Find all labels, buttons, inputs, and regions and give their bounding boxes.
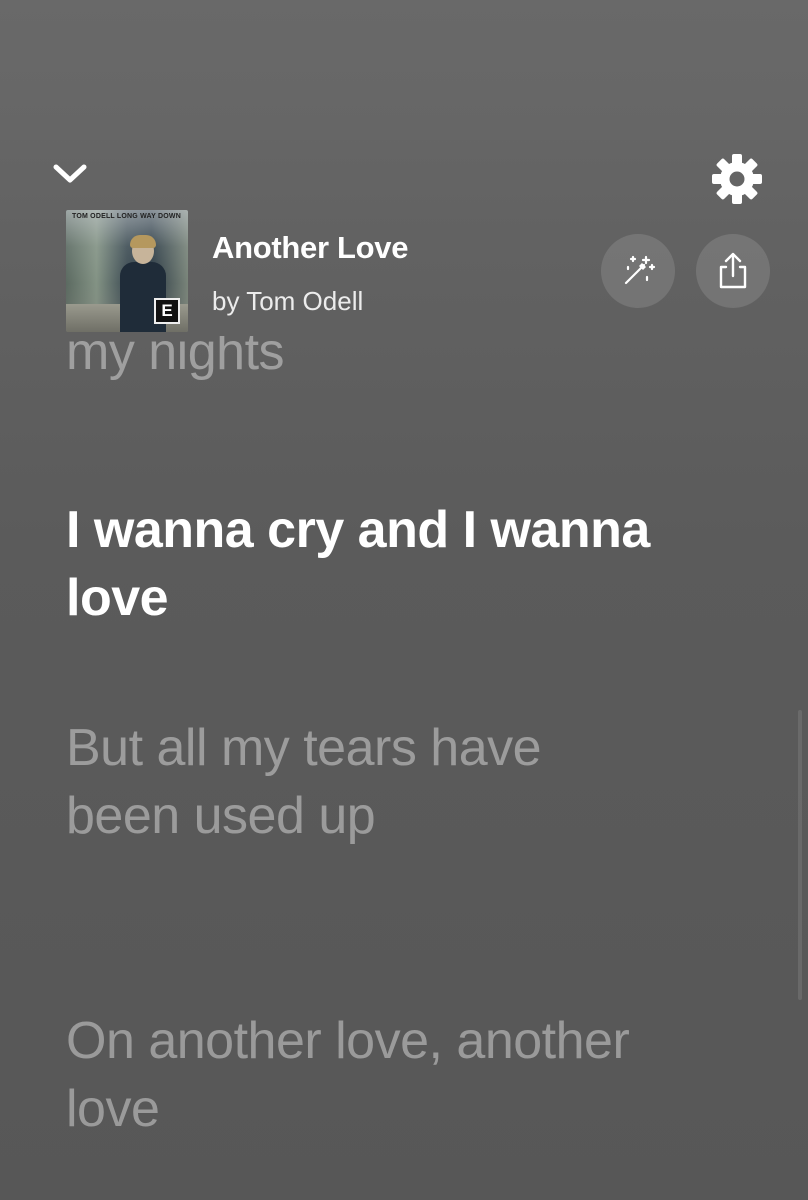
share-button[interactable] bbox=[696, 234, 770, 308]
settings-button[interactable] bbox=[708, 150, 766, 208]
album-art[interactable]: TOM ODELL LONG WAY DOWN E bbox=[66, 210, 188, 332]
magic-button[interactable] bbox=[601, 234, 675, 308]
share-icon bbox=[719, 252, 747, 289]
magic-wand-icon bbox=[624, 255, 656, 285]
previous-lyric-clip: my nights bbox=[66, 336, 766, 412]
song-title: Another Love bbox=[212, 230, 409, 265]
gear-icon bbox=[712, 154, 762, 204]
next-lyric-line[interactable]: But all my tears have been used up bbox=[66, 714, 666, 850]
artist-name: by Tom Odell bbox=[212, 286, 364, 316]
current-lyric-line[interactable]: I wanna cry and I wanna love bbox=[66, 496, 666, 632]
now-playing-header: TOM ODELL LONG WAY DOWN E Another Love b… bbox=[66, 210, 786, 334]
previous-lyric-line[interactable]: my nights bbox=[66, 336, 666, 386]
chevron-down-icon bbox=[53, 164, 87, 183]
next-lyric-line-2[interactable]: On another love, another love bbox=[66, 1007, 666, 1143]
explicit-badge: E bbox=[154, 298, 180, 324]
scrollbar[interactable] bbox=[798, 710, 802, 1000]
top-background bbox=[0, 0, 808, 140]
album-art-text: TOM ODELL LONG WAY DOWN bbox=[72, 213, 181, 220]
collapse-button[interactable] bbox=[50, 155, 90, 191]
